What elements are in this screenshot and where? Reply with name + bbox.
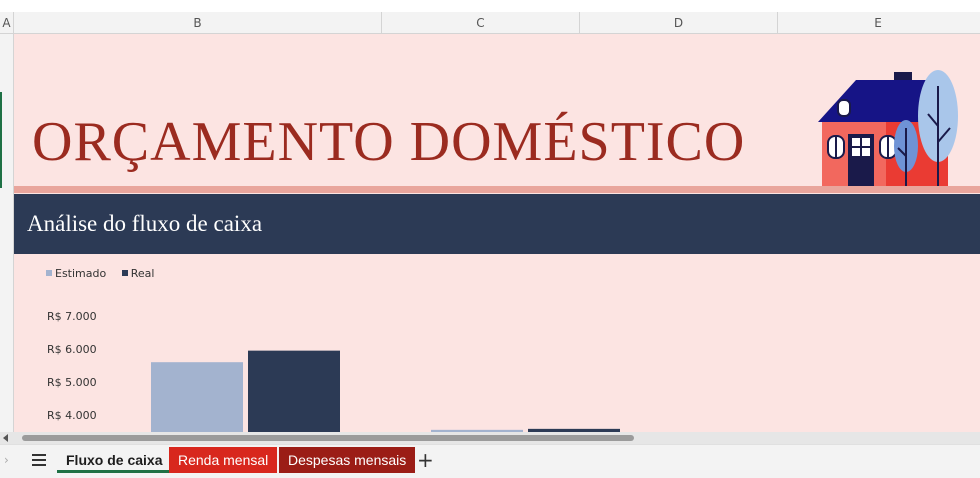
house-icon: [818, 70, 958, 186]
selected-row-indicator: [0, 92, 2, 188]
column-header-d[interactable]: D: [580, 12, 778, 34]
legend-item-real: Real: [121, 267, 155, 280]
legend-swatch-estimado: [46, 270, 52, 276]
bar-real-0[interactable]: [248, 350, 340, 432]
scrollbar-thumb[interactable]: [22, 435, 634, 441]
chevron-right-icon[interactable]: ›: [4, 453, 9, 467]
tab-despesas-mensais[interactable]: Despesas mensais: [279, 447, 416, 473]
sheet-canvas[interactable]: ORÇAMENTO DOMÉSTICO Análise do fluxo de: [14, 34, 980, 432]
cash-flow-chart[interactable]: R$ 7.000 R$ 6.000 R$ 5.000 R$ 4.000: [14, 294, 980, 432]
y-tick-label: R$ 5.000: [47, 376, 97, 389]
section-title: Análise do fluxo de caixa: [27, 211, 263, 236]
add-sheet-button[interactable]: +: [417, 448, 434, 472]
horizontal-scrollbar[interactable]: [0, 432, 980, 444]
column-header-e[interactable]: E: [778, 12, 978, 34]
y-tick-label: R$ 6.000: [47, 343, 97, 356]
page-title: ORÇAMENTO DOMÉSTICO: [32, 111, 746, 173]
bar-estimado-0[interactable]: [151, 362, 243, 432]
legend-label-real: Real: [130, 267, 155, 280]
column-header-b[interactable]: B: [14, 12, 382, 34]
column-header-c[interactable]: C: [382, 12, 580, 34]
scroll-left-arrow-icon[interactable]: [3, 434, 8, 442]
y-tick-label: R$ 4.000: [47, 409, 97, 422]
tab-renda-mensal[interactable]: Renda mensal: [169, 447, 278, 473]
legend-label-estimado: Estimado: [55, 267, 107, 280]
sheet-tab-bar: › Fluxo de caixa Renda mensal Despesas m…: [0, 444, 980, 478]
y-tick-label: R$ 7.000: [47, 310, 97, 323]
legend-item-estimado: Estimado: [46, 267, 106, 280]
section-banner: Análise do fluxo de caixa: [14, 194, 980, 254]
column-header-bar: A B C D E: [0, 12, 980, 34]
row-header-gutter: [0, 34, 14, 432]
column-header-a[interactable]: A: [0, 12, 14, 34]
hamburger-menu-icon[interactable]: [32, 454, 46, 468]
chart-legend: Estimado Real: [46, 267, 166, 280]
tab-fluxo-de-caixa[interactable]: Fluxo de caixa: [57, 447, 172, 473]
legend-swatch-real: [121, 270, 128, 276]
